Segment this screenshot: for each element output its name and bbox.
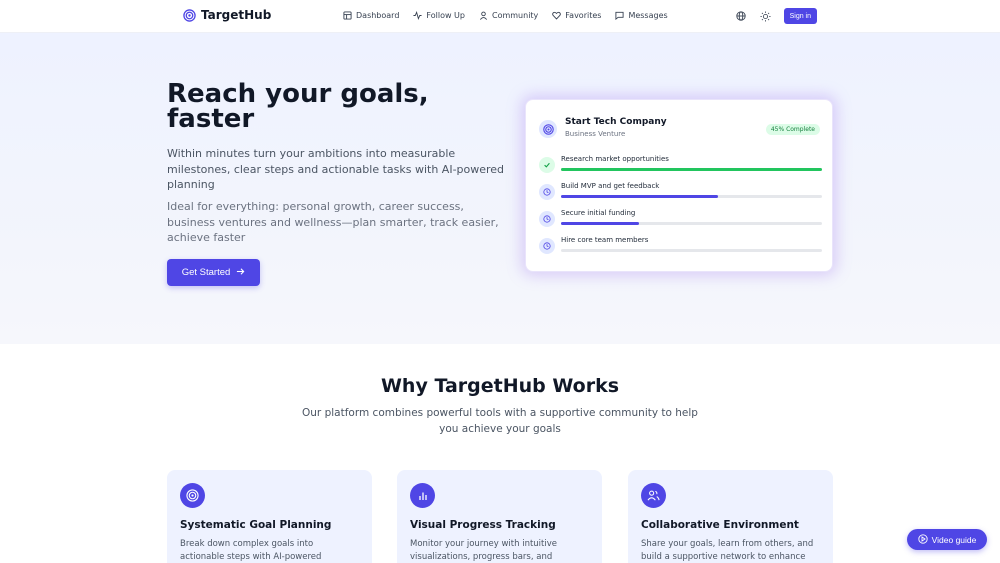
section-title: Why TargetHub Works: [380, 375, 620, 397]
feature-card-collaboration: Collaborative Environment Share your goa…: [628, 470, 833, 563]
nav-item-dashboard[interactable]: Dashboard: [343, 11, 399, 20]
activity-icon: [413, 11, 422, 20]
hero-section: Reach your goals, faster Within minutes …: [0, 33, 1000, 344]
target-icon: [183, 8, 196, 22]
target-icon: [180, 483, 205, 508]
cta-label: Get Started: [181, 267, 231, 278]
sun-icon[interactable]: [760, 10, 771, 22]
clock-icon: [539, 211, 555, 227]
nav-item-follow-up[interactable]: Follow Up: [413, 11, 465, 20]
goal-title: Start Tech Company: [565, 117, 667, 127]
get-started-button[interactable]: Get Started: [167, 259, 260, 286]
brand-name: TargetHub: [201, 8, 272, 22]
video-guide-button[interactable]: Video guide: [907, 529, 987, 550]
hero-use-cases: Ideal for everything: personal growth, c…: [167, 200, 499, 244]
clock-icon: [539, 238, 555, 254]
goal-preview-card: Start Tech Company Business Venture 45% …: [525, 99, 833, 272]
clock-icon: [539, 184, 555, 200]
nav-label: Follow Up: [426, 11, 465, 20]
task-progress-fill: [561, 168, 822, 171]
progress-badge: 45% Complete: [765, 124, 820, 135]
task-label: Build MVP and get feedback: [561, 182, 660, 190]
task-progress-fill: [561, 195, 718, 198]
task-item[interactable]: Research market opportunities: [539, 155, 822, 175]
nav-label: Community: [491, 11, 539, 20]
task-item[interactable]: Build MVP and get feedback: [539, 182, 822, 202]
nav-item-favorites[interactable]: Favorites: [552, 11, 601, 20]
task-progress-track: [561, 222, 822, 225]
feature-title: Collaborative Environment: [641, 519, 799, 531]
target-icon: [539, 120, 557, 138]
task-item[interactable]: Hire core team members: [539, 236, 822, 256]
bar-chart-icon: [410, 483, 435, 508]
task-label: Research market opportunities: [561, 155, 669, 163]
check-icon: [539, 157, 555, 173]
message-icon: [615, 11, 624, 20]
feature-description: Monitor your journey with intuitive visu…: [410, 539, 557, 562]
feature-card-goal-planning: Systematic Goal Planning Break down comp…: [167, 470, 372, 563]
task-item[interactable]: Secure initial funding: [539, 209, 822, 229]
dashboard-icon: [343, 11, 352, 20]
feature-title: Visual Progress Tracking: [410, 519, 556, 531]
play-circle-icon: [917, 533, 928, 546]
nav-label: Dashboard: [356, 11, 400, 20]
nav-item-messages[interactable]: Messages: [615, 11, 668, 20]
hero-title: Reach your goals, faster: [167, 79, 429, 134]
nav-label: Messages: [628, 11, 668, 20]
task-progress-track: [561, 195, 822, 198]
feature-title: Systematic Goal Planning: [180, 519, 332, 531]
sign-in-button[interactable]: Sign in: [783, 8, 817, 24]
feature-description: Break down complex goals into actionable…: [180, 539, 322, 562]
task-progress-track: [561, 249, 822, 252]
feature-card-progress-tracking: Visual Progress Tracking Monitor your jo…: [397, 470, 602, 563]
brand-logo-link[interactable]: TargetHub: [183, 8, 271, 22]
main-nav: Dashboard Follow Up Community Favorites …: [343, 11, 668, 20]
nav-label: Favorites: [565, 11, 602, 20]
video-guide-label: Video guide: [931, 534, 977, 545]
task-label: Hire core team members: [561, 236, 649, 244]
hero-description: Within minutes turn your ambitions into …: [167, 147, 505, 191]
task-label: Secure initial funding: [561, 209, 636, 217]
feature-description: Share your goals, learn from others, and…: [641, 539, 814, 562]
goal-category: Business Venture: [565, 130, 626, 138]
task-progress-track: [561, 168, 822, 171]
header-actions: Sign in: [736, 8, 817, 24]
globe-icon[interactable]: [736, 11, 747, 22]
top-header: TargetHub Dashboard Follow Up Community …: [0, 0, 1000, 33]
arrow-right-icon: [236, 267, 245, 279]
heart-icon: [552, 11, 562, 20]
nav-item-community[interactable]: Community: [479, 11, 538, 20]
user-icon: [479, 11, 488, 20]
section-subtitle: Our platform combines powerful tools wit…: [302, 407, 698, 435]
task-progress-fill: [561, 222, 640, 225]
users-icon: [641, 483, 666, 508]
